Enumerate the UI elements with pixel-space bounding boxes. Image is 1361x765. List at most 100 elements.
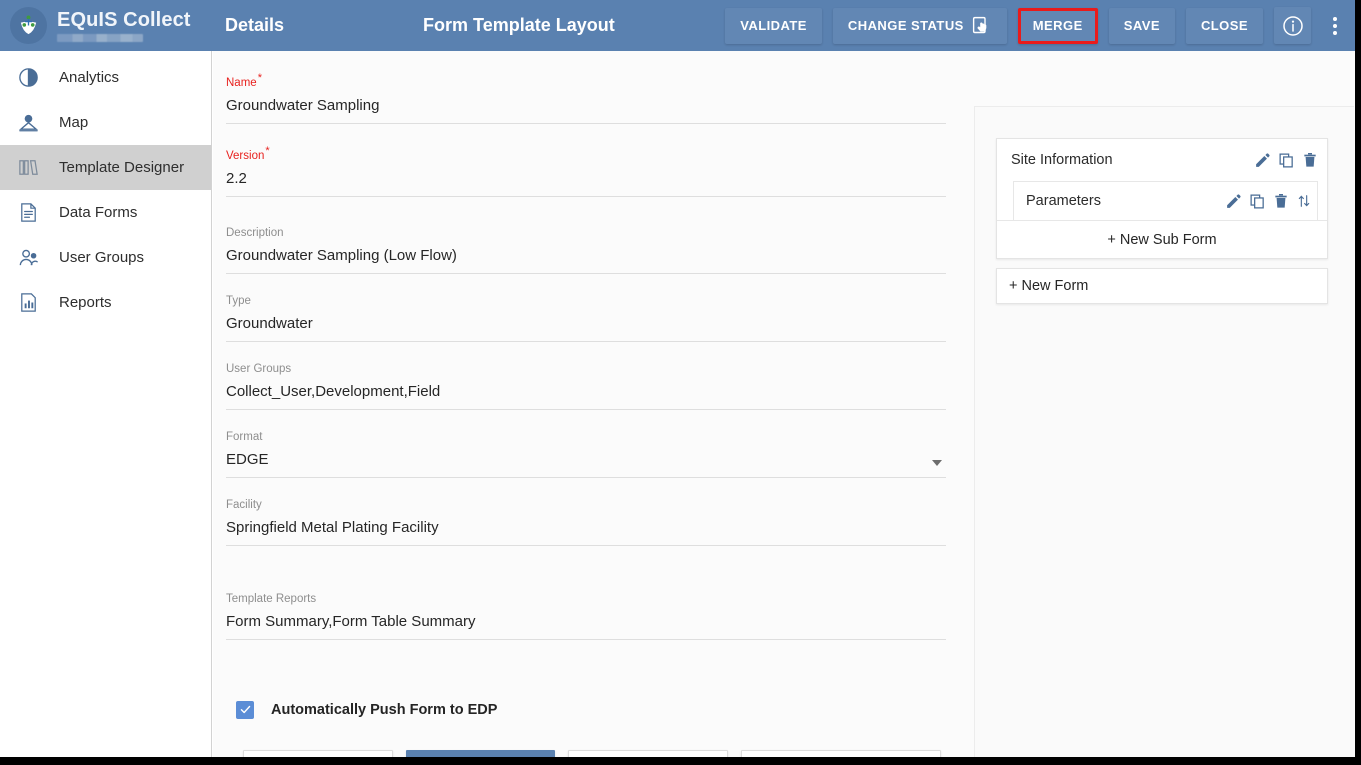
- sidebar-item-label: Reports: [59, 294, 112, 311]
- field-input-row[interactable]: Groundwater Sampling: [226, 91, 946, 124]
- validate-button[interactable]: VALIDATE: [725, 8, 822, 44]
- field-input-row[interactable]: Form Summary,Form Table Summary: [226, 607, 946, 640]
- copy-icon[interactable]: [1249, 193, 1266, 210]
- sidebar-item-reports[interactable]: Reports: [0, 280, 211, 325]
- field-template-reports: Template Reports Form Summary,Form Table…: [226, 546, 946, 640]
- document-icon: [15, 200, 41, 226]
- field-format: Format EDGE: [226, 410, 946, 478]
- edit-icon[interactable]: [1254, 152, 1271, 169]
- auto-push-edp-label: Automatically Push Form to EDP: [271, 702, 497, 718]
- sidebar-item-map[interactable]: Map: [0, 100, 211, 145]
- field-label: Name*: [226, 71, 946, 91]
- page-title: Form Template Layout: [423, 15, 615, 36]
- field-user-groups: User Groups Collect_User,Development,Fie…: [226, 342, 946, 410]
- report-chart-icon: [15, 290, 41, 316]
- sidebar: Analytics Map Template Designer: [0, 51, 212, 757]
- field-input-row[interactable]: EDGE: [226, 445, 946, 478]
- field-value: 2.2: [226, 164, 247, 196]
- form-card: Site Information: [996, 138, 1328, 259]
- field-version: Version* 2.2: [226, 124, 946, 197]
- tab-auto-completion[interactable]: AUTO COMPLETION: [568, 750, 728, 757]
- users-icon: [15, 245, 41, 271]
- field-input-row[interactable]: Springfield Metal Plating Facility: [226, 513, 946, 546]
- brand-zone: EQuIS Collect: [0, 0, 212, 51]
- edit-icon[interactable]: [1225, 193, 1242, 210]
- field-description: Description Groundwater Sampling (Low Fl…: [226, 197, 946, 274]
- subform-title: Parameters: [1026, 193, 1101, 209]
- sidebar-item-template-designer[interactable]: Template Designer: [0, 145, 211, 190]
- field-value: Groundwater Sampling (Low Flow): [226, 241, 457, 273]
- pie-chart-icon: [15, 65, 41, 91]
- field-label: Facility: [226, 498, 946, 513]
- form-row-parameters[interactable]: Parameters: [1013, 181, 1318, 220]
- form-structure-panel: Site Information: [974, 106, 1354, 757]
- section-label: Details: [225, 15, 284, 36]
- brand-title: EQuIS Collect: [57, 9, 191, 31]
- new-form-label: + New Form: [1009, 278, 1088, 294]
- new-sub-form-button[interactable]: + New Sub Form: [997, 220, 1327, 258]
- field-value: Collect_User,Development,Field: [226, 377, 440, 409]
- brand-subtitle-redacted: [57, 34, 143, 42]
- field-value: Groundwater Sampling: [226, 91, 379, 123]
- new-sub-form-label: + New Sub Form: [1107, 232, 1216, 248]
- required-marker: *: [265, 145, 269, 157]
- equis-logo-icon[interactable]: [10, 7, 47, 44]
- field-input-row[interactable]: 2.2: [226, 164, 946, 197]
- tab-mobile-reports[interactable]: MOBILE REPORTS: [243, 750, 393, 757]
- info-icon[interactable]: [1274, 7, 1311, 44]
- kebab-menu-icon[interactable]: [1322, 7, 1348, 44]
- main-content: Name* Groundwater Sampling Version* 2.2 …: [213, 51, 1355, 757]
- delete-icon[interactable]: [1273, 193, 1289, 209]
- field-label: Version*: [226, 144, 946, 164]
- field-type: Type Groundwater: [226, 274, 946, 342]
- field-label: Format: [226, 430, 946, 445]
- field-value: Form Summary,Form Table Summary: [226, 607, 476, 639]
- map-pin-icon: [15, 110, 41, 136]
- form-row-site-information[interactable]: Site Information: [997, 139, 1327, 181]
- field-label: User Groups: [226, 362, 946, 377]
- tab-pre-population[interactable]: PRE POPULATION: [406, 750, 554, 757]
- field-input-row[interactable]: Groundwater: [226, 309, 946, 342]
- field-input-row[interactable]: Collect_User,Development,Field: [226, 377, 946, 410]
- save-button[interactable]: SAVE: [1109, 8, 1175, 44]
- header-actions: VALIDATE CHANGE STATUS MERGE SAVE CLOSE: [725, 0, 1355, 51]
- chevron-down-icon[interactable]: [932, 460, 942, 466]
- new-form-button[interactable]: + New Form: [996, 268, 1328, 304]
- brand-text: EQuIS Collect: [57, 9, 191, 42]
- sidebar-item-label: Data Forms: [59, 204, 137, 221]
- change-status-button[interactable]: CHANGE STATUS: [833, 8, 1007, 44]
- books-icon: [15, 155, 41, 181]
- field-name: Name* Groundwater Sampling: [226, 63, 946, 124]
- merge-button[interactable]: MERGE: [1018, 8, 1098, 44]
- subform-row-actions: [1225, 193, 1312, 210]
- form-section-tabs: MOBILE REPORTS PRE POPULATION AUTO COMPL…: [226, 750, 968, 757]
- delete-icon[interactable]: [1302, 152, 1318, 168]
- auto-push-edp-checkbox[interactable]: [236, 701, 254, 719]
- application-window: EQuIS Collect Details Form Template Layo…: [0, 0, 1355, 757]
- field-value: Groundwater: [226, 309, 313, 341]
- sidebar-item-label: Map: [59, 114, 88, 131]
- tablet-tap-icon: [971, 15, 992, 36]
- sidebar-item-data-forms[interactable]: Data Forms: [0, 190, 211, 235]
- field-label: Type: [226, 294, 946, 309]
- field-value: Springfield Metal Plating Facility: [226, 513, 439, 545]
- change-status-label: CHANGE STATUS: [848, 18, 964, 33]
- reorder-icon[interactable]: [1296, 193, 1312, 209]
- sidebar-item-label: Template Designer: [59, 159, 184, 176]
- copy-icon[interactable]: [1278, 152, 1295, 169]
- sidebar-item-analytics[interactable]: Analytics: [0, 55, 211, 100]
- auto-push-edp-row: Automatically Push Form to EDP: [226, 701, 968, 719]
- sidebar-item-label: Analytics: [59, 69, 119, 86]
- tab-supported-languages[interactable]: SUPPORTED LANGUAGES: [741, 750, 941, 757]
- field-value: EDGE: [226, 445, 269, 477]
- form-title: Site Information: [1011, 152, 1113, 168]
- field-label: Description: [226, 226, 946, 241]
- field-input-row[interactable]: Groundwater Sampling (Low Flow): [226, 241, 946, 274]
- template-details-form: Name* Groundwater Sampling Version* 2.2 …: [213, 51, 968, 757]
- field-facility: Facility Springfield Metal Plating Facil…: [226, 478, 946, 546]
- sidebar-item-label: User Groups: [59, 249, 144, 266]
- form-row-actions: [1254, 152, 1318, 169]
- sidebar-item-user-groups[interactable]: User Groups: [0, 235, 211, 280]
- required-marker: *: [258, 72, 262, 84]
- close-button[interactable]: CLOSE: [1186, 8, 1263, 44]
